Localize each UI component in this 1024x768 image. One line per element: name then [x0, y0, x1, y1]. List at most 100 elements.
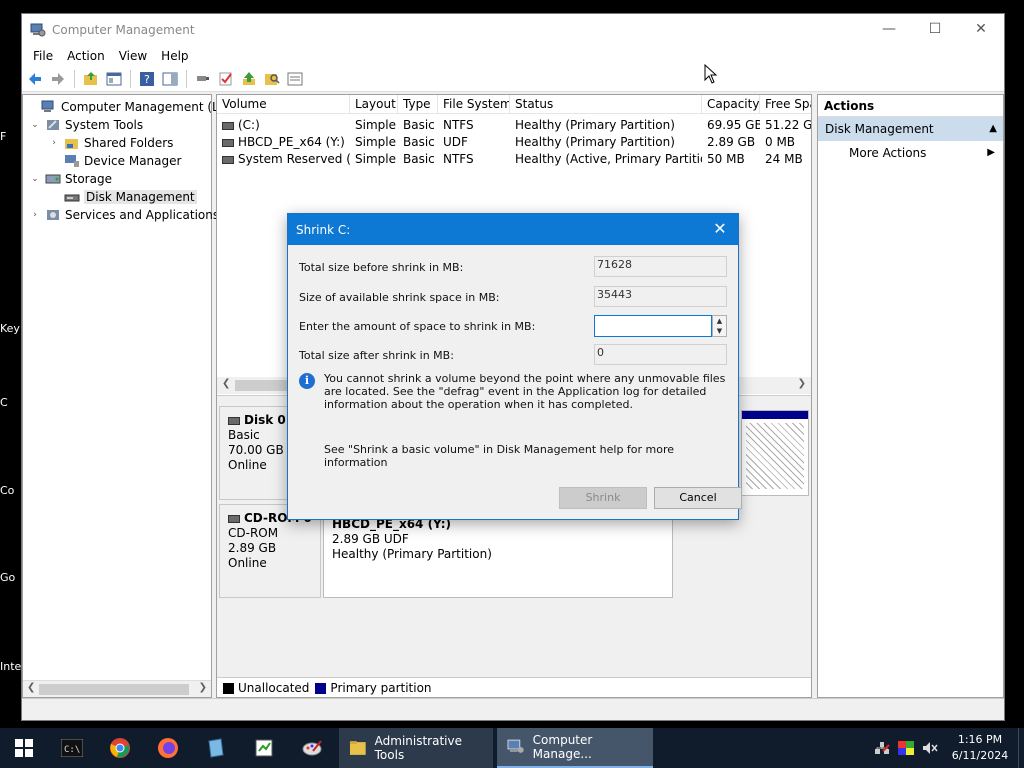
help-icon[interactable]: ?: [137, 69, 157, 89]
disk-0-partition[interactable]: [741, 410, 809, 496]
cell-text: (C:): [238, 118, 260, 132]
chrome-icon[interactable]: [96, 728, 144, 768]
shrink-amount-label: Enter the amount of space to shrink in M…: [299, 320, 536, 333]
tree-item-label: Services and Applications: [65, 208, 220, 222]
column-status[interactable]: Status: [510, 95, 702, 114]
up-folder-icon[interactable]: [81, 69, 101, 89]
scroll-right-icon[interactable]: ❯: [798, 378, 806, 389]
cell-capacity: 2.89 GB: [707, 135, 756, 149]
taskbar-item-administrative-tools[interactable]: Administrative Tools: [339, 728, 493, 768]
cancel-button[interactable]: Cancel: [654, 487, 742, 509]
tree-item-computer-management[interactable]: Computer Management (Local: [25, 98, 243, 116]
tree-item-system-tools[interactable]: ⌄ System Tools: [29, 116, 143, 134]
color-app-icon[interactable]: [894, 728, 918, 768]
svg-text:?: ?: [144, 73, 150, 86]
desktop-label-fragment: C: [0, 396, 8, 409]
column-free-space[interactable]: Free Spa: [760, 95, 811, 114]
chevron-right-icon[interactable]: ›: [29, 210, 41, 220]
search-icon[interactable]: [262, 69, 282, 89]
cell-file-system: NTFS: [443, 152, 474, 166]
column-file-system[interactable]: File System: [438, 95, 510, 114]
firefox-icon[interactable]: [144, 728, 192, 768]
connect-icon[interactable]: [193, 69, 213, 89]
shared-folder-icon: [65, 139, 78, 149]
collapse-icon[interactable]: ▲: [989, 117, 997, 141]
actions-section-disk-management[interactable]: Disk Management ▲: [818, 117, 1003, 141]
chevron-down-icon[interactable]: ⌄: [29, 120, 41, 130]
scrollbar-thumb[interactable]: [235, 380, 295, 391]
registry-icon[interactable]: [240, 728, 288, 768]
show-hide-tree-icon[interactable]: [104, 69, 124, 89]
column-volume[interactable]: Volume: [217, 95, 350, 114]
column-capacity[interactable]: Capacity: [702, 95, 760, 114]
column-layout[interactable]: Layout: [350, 95, 398, 114]
paint-icon[interactable]: [288, 728, 336, 768]
table-row[interactable]: HBCD_PE_x64 (Y:) Simple Basic UDF Health…: [217, 134, 811, 151]
scroll-left-icon[interactable]: ❮: [222, 378, 230, 389]
navigation-tree: Computer Management (Local ⌄ System Tool…: [22, 94, 243, 698]
tree-item-disk-management[interactable]: Disk Management: [48, 188, 197, 206]
shrink-amount-spinner[interactable]: ▲ ▼: [712, 315, 727, 337]
close-button[interactable]: ✕: [958, 14, 1004, 44]
tree-item-label: Storage: [65, 172, 112, 186]
volume-muted-icon[interactable]: [918, 728, 942, 768]
tree-horizontal-scrollbar[interactable]: ❮ ❯: [23, 680, 211, 697]
scrollbar-thumb[interactable]: [39, 684, 189, 695]
spin-down-icon[interactable]: ▼: [713, 326, 726, 336]
minimize-button[interactable]: —: [866, 14, 912, 44]
show-desktop-button[interactable]: [1018, 728, 1024, 768]
taskbar-item-computer-management[interactable]: Computer Manage...: [497, 728, 653, 768]
menu-bar: File Action View Help: [22, 46, 1004, 66]
terminal-icon[interactable]: C:\: [48, 728, 96, 768]
clock[interactable]: 1:16 PM 6/11/2024: [942, 732, 1018, 764]
partition-body: HBCD_PE_x64 (Y:) 2.89 GB UDF Healthy (Pr…: [324, 513, 672, 566]
network-icon[interactable]: [870, 728, 894, 768]
tree-item-services-and-applications[interactable]: › Services and Applications: [29, 206, 219, 224]
column-type[interactable]: Type: [398, 95, 438, 114]
total-size-after-label: Total size after shrink in MB:: [299, 349, 454, 362]
menu-file[interactable]: File: [26, 49, 60, 63]
menu-view[interactable]: View: [112, 49, 154, 63]
status-bar: [22, 698, 1004, 720]
more-actions-item[interactable]: More Actions ▶: [818, 141, 1003, 165]
dialog-close-button[interactable]: ✕: [710, 219, 730, 239]
check-icon[interactable]: [216, 69, 236, 89]
chevron-down-icon[interactable]: ⌄: [29, 174, 41, 184]
disk-icon: [228, 416, 240, 425]
partition-hatch: [746, 423, 804, 489]
action-pane-icon[interactable]: [160, 69, 180, 89]
cell-layout: Simple: [355, 118, 396, 132]
desktop-label-fragment: Key: [0, 322, 20, 335]
menu-help[interactable]: Help: [154, 49, 195, 63]
info-icon: i: [299, 373, 315, 389]
shrink-help-text: See "Shrink a basic volume" in Disk Mana…: [324, 443, 675, 469]
chevron-right-icon[interactable]: ›: [48, 138, 60, 148]
tree-item-storage[interactable]: ⌄ Storage: [29, 170, 112, 188]
scroll-left-icon[interactable]: ❮: [27, 682, 35, 693]
maximize-button[interactable]: ☐: [912, 14, 958, 44]
up-arrow-icon[interactable]: [239, 69, 259, 89]
volume-icon: [222, 121, 234, 130]
scroll-right-icon[interactable]: ❯: [199, 682, 207, 693]
tree-item-shared-folders[interactable]: › Shared Folders: [48, 134, 173, 152]
system-tray: 1:16 PM 6/11/2024: [870, 728, 1024, 768]
tree-item-label: System Tools: [65, 118, 144, 132]
shrink-amount-input[interactable]: [594, 315, 712, 337]
windows-start-icon[interactable]: [0, 728, 48, 768]
notepad-icon[interactable]: [192, 728, 240, 768]
window-title: Computer Management: [52, 23, 195, 37]
forward-icon[interactable]: [48, 69, 68, 89]
cell-text: HBCD_PE_x64 (Y:): [238, 135, 345, 149]
tree-item-device-manager[interactable]: Device Manager: [48, 152, 181, 170]
shrink-button[interactable]: Shrink: [559, 487, 647, 509]
device-manager-icon: [65, 155, 79, 167]
cell-layout: Simple: [355, 152, 396, 166]
table-row[interactable]: (C:) Simple Basic NTFS Healthy (Primary …: [217, 117, 811, 134]
spin-up-icon[interactable]: ▲: [713, 316, 726, 326]
actions-header: Actions: [818, 95, 1003, 117]
taskbar: C:\ Administrative Tools Computer Manage…: [0, 728, 1024, 768]
back-icon[interactable]: [25, 69, 45, 89]
properties-icon[interactable]: [285, 69, 305, 89]
table-row[interactable]: System Reserved (D:) Simple Basic NTFS H…: [217, 151, 811, 168]
menu-action[interactable]: Action: [60, 49, 112, 63]
